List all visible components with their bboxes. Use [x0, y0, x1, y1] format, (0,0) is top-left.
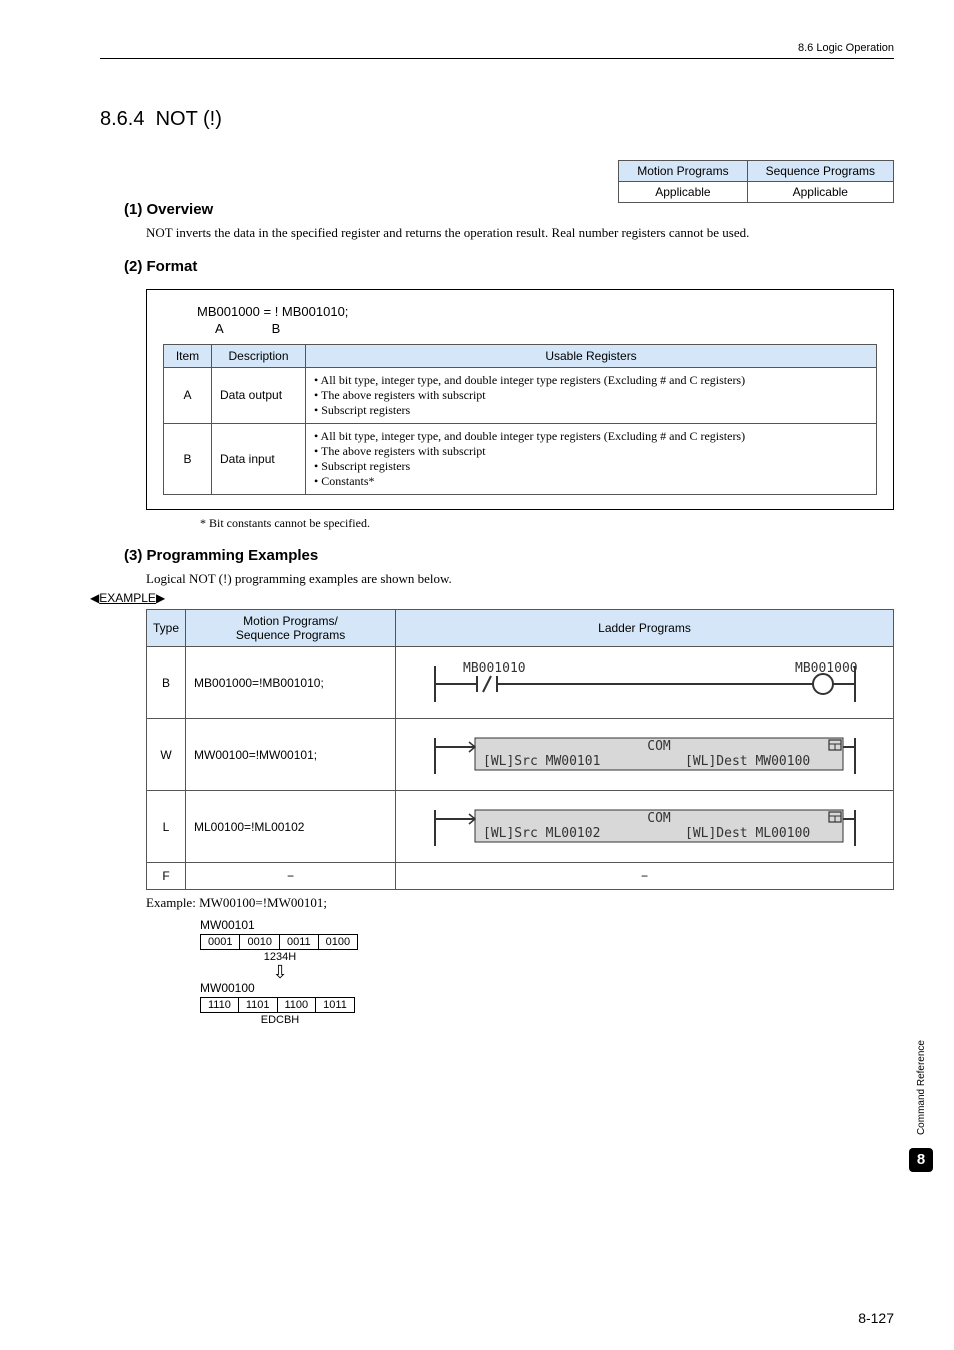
bit-hex-1: 1234H [200, 951, 360, 963]
overview-text: NOT inverts the data in the specified re… [146, 224, 894, 242]
row-a-desc: Data output [212, 367, 306, 423]
row-a-reg: All bit type, integer type, and double i… [306, 367, 877, 423]
header-rule [100, 58, 894, 59]
section-name: NOT (!) [156, 108, 222, 130]
ladder-l-svg: COM [WL]Src ML00102 [WL]Dest ML00100 [425, 804, 865, 850]
th-desc: Description [212, 344, 306, 367]
row-w-code: MW00100=!MW00101; [186, 719, 396, 791]
row-l-code: ML00100=!ML00102 [186, 791, 396, 863]
row-b-reg: All bit type, integer type, and double i… [306, 423, 877, 494]
row-w-ladder: COM [WL]Src MW00101 [WL]Dest MW00100 [396, 719, 894, 791]
appl-v2: Applicable [747, 182, 893, 203]
format-heading: (2) Format [124, 258, 894, 275]
svg-text:[WL]Dest ML00100: [WL]Dest ML00100 [685, 826, 810, 841]
side-tab-text: Command Reference [916, 1040, 927, 1135]
th-mp: Motion Programs/ Sequence Programs [186, 610, 396, 647]
format-footnote: * Bit constants cannot be specified. [200, 516, 894, 531]
th-type: Type [147, 610, 186, 647]
page-number: 8-127 [858, 1310, 894, 1326]
format-code: MB001000 = ! MB001010; [197, 304, 877, 319]
row-l-type: L [147, 791, 186, 863]
side-tab-number: 8 [909, 1148, 933, 1172]
main-content: 8.6.4 NOT (!) Motion Programs Sequence P… [100, 108, 894, 1026]
bit-diagram: MW00101 0001 0010 0011 0100 1234H ⇩ MW00… [200, 918, 894, 1026]
appl-h1: Motion Programs [619, 161, 747, 182]
section-title: 8.6.4 NOT (!) [100, 108, 894, 131]
down-arrow-icon: ⇩ [200, 965, 360, 979]
bit-hex-2: EDCBH [200, 1014, 360, 1026]
row-f-code: − [186, 863, 396, 890]
svg-text:COM: COM [647, 739, 671, 754]
row-f-ladder: − [396, 863, 894, 890]
svg-text:[WL]Src MW00101: [WL]Src MW00101 [483, 754, 600, 769]
ladder-w-svg: COM [WL]Src MW00101 [WL]Dest MW00100 [425, 732, 865, 778]
examples-heading: (3) Programming Examples [124, 547, 894, 564]
svg-text:MB001010: MB001010 [463, 661, 526, 676]
row-b-ladder: MB001010 MB001000 [396, 647, 894, 719]
format-b: B [272, 321, 329, 336]
ladder-b-svg: MB001010 MB001000 [425, 658, 865, 708]
format-table: Item Description Usable Registers A Data… [163, 344, 877, 495]
bit-label-2: MW00100 [200, 981, 894, 995]
format-ab-labels: AB [215, 321, 877, 336]
row-w-type: W [147, 719, 186, 791]
appl-v1: Applicable [619, 182, 747, 203]
row-l-ladder: COM [WL]Src ML00102 [WL]Dest ML00100 [396, 791, 894, 863]
th-item: Item [164, 344, 212, 367]
row-f-type: F [147, 863, 186, 890]
row-a-item: A [164, 367, 212, 423]
row-b-desc: Data input [212, 423, 306, 494]
applicability-table: Motion Programs Sequence Programs Applic… [618, 160, 894, 203]
format-a: A [215, 321, 272, 336]
bit-label-1: MW00101 [200, 918, 894, 932]
svg-text:[WL]Dest MW00100: [WL]Dest MW00100 [685, 754, 810, 769]
examples-text: Logical NOT (!) programming examples are… [146, 570, 894, 588]
overview-heading: (1) Overview [124, 201, 894, 218]
appl-h2: Sequence Programs [747, 161, 893, 182]
side-tab: Command Reference 8 [908, 1040, 934, 1172]
format-box: MB001000 = ! MB001010; AB Item Descripti… [146, 289, 894, 510]
svg-text:COM: COM [647, 811, 671, 826]
row-b-type: B [147, 647, 186, 719]
row-b-item: B [164, 423, 212, 494]
bit-table-2: 1110 1101 1100 1011 [200, 997, 355, 1013]
th-lp: Ladder Programs [396, 610, 894, 647]
section-number: 8.6.4 [100, 108, 144, 130]
svg-text:[WL]Src ML00102: [WL]Src ML00102 [483, 826, 600, 841]
bit-table-1: 0001 0010 0011 0100 [200, 934, 358, 950]
examples-table: Type Motion Programs/ Sequence Programs … [146, 609, 894, 890]
row-b-code: MB001000=!MB001010; [186, 647, 396, 719]
example-line: Example: MW00100=!MW00101; [146, 894, 894, 912]
example-marker: EXAMPLE [90, 591, 165, 605]
header-breadcrumb: 8.6 Logic Operation [798, 42, 894, 54]
th-reg: Usable Registers [306, 344, 877, 367]
